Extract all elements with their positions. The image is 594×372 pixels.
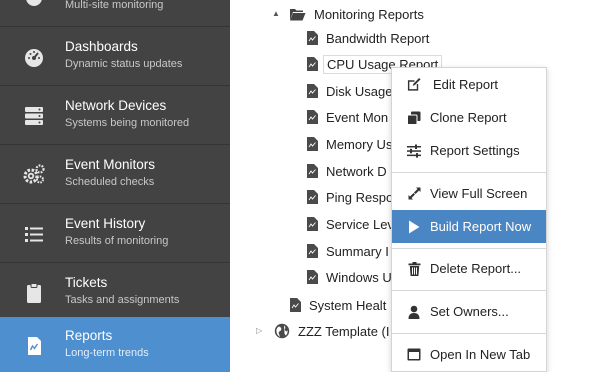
- tree-label: Disk Usage: [326, 83, 393, 99]
- sliders-icon: [407, 144, 421, 158]
- menu-item-label: View Full Screen: [430, 186, 528, 201]
- tree-label: Memory Us: [326, 136, 393, 152]
- tree-item-report[interactable]: Event Mon: [307, 106, 388, 128]
- nav-subtitle: Scheduled checks: [65, 176, 155, 188]
- expand-icon: [407, 187, 421, 201]
- nav-item-multi-site[interactable]: Multi-site monitoring: [0, 0, 230, 27]
- nav-subtitle: Results of monitoring: [65, 235, 169, 247]
- tree-item-system-health[interactable]: System Healt: [290, 294, 386, 316]
- tree-label: System Healt: [309, 297, 387, 313]
- tree-item-report[interactable]: Network D: [307, 160, 387, 182]
- tree-item-report[interactable]: Memory Us: [307, 133, 392, 155]
- menu-item-label: Report Settings: [430, 143, 520, 158]
- nav-title: Dashboards: [65, 39, 138, 54]
- nav-item-dashboards[interactable]: Dashboards Dynamic status updates: [0, 28, 230, 86]
- menu-item-label: Delete Report...: [430, 261, 522, 276]
- nav-title: Reports: [65, 328, 113, 343]
- globe-icon: [22, 0, 46, 10]
- tree-label: Bandwidth Report: [326, 30, 430, 46]
- user-icon: [407, 305, 421, 319]
- report-doc-icon: [307, 137, 318, 151]
- clipboard-icon: [22, 281, 46, 305]
- tree-item-report[interactable]: Service Lev: [307, 213, 394, 235]
- menu-separator: [392, 290, 546, 291]
- menu-separator: [392, 333, 546, 334]
- gears-icon: [22, 163, 46, 187]
- list-icon: [22, 222, 46, 246]
- tree-item-report[interactable]: Bandwidth Report: [307, 27, 429, 49]
- nav-item-tickets[interactable]: Tickets Tasks and assignments: [0, 264, 230, 322]
- report-doc-icon: [307, 31, 318, 45]
- tree-item-report[interactable]: Summary I: [307, 240, 389, 262]
- menu-item-delete-report[interactable]: Delete Report...: [392, 252, 546, 285]
- tree-label: ZZZ Template (I: [298, 323, 390, 339]
- tree-label: Event Mon: [326, 109, 389, 125]
- report-doc-icon: [307, 164, 318, 178]
- nav-item-reports[interactable]: Reports Long-term trends: [0, 317, 230, 372]
- nav-subtitle: Tasks and assignments: [65, 294, 180, 306]
- report-doc-icon: [307, 110, 318, 124]
- report-doc-icon: [307, 57, 318, 71]
- menu-item-set-owners[interactable]: Set Owners...: [392, 295, 546, 328]
- tree-item-zzz-template[interactable]: ▷ ZZZ Template (I: [256, 320, 390, 342]
- report-icon: [22, 334, 46, 358]
- tree-label: Summary I: [326, 243, 389, 259]
- tree-label: Monitoring Reports: [314, 6, 424, 22]
- nav-item-event-monitors[interactable]: Event Monitors Scheduled checks: [0, 146, 230, 204]
- nav-title: Tickets: [65, 275, 108, 290]
- nav-subtitle: Systems being monitored: [65, 117, 190, 129]
- menu-item-label: Open In New Tab: [430, 347, 531, 362]
- new-tab-icon: [407, 348, 421, 362]
- tree-folder-monitoring-reports[interactable]: ▲ Monitoring Reports: [272, 3, 424, 25]
- nav-title: Event Monitors: [65, 157, 156, 172]
- edit-icon: [407, 77, 421, 92]
- nav-title: Event History: [65, 216, 146, 231]
- server-icon: [22, 104, 46, 128]
- nav-item-network-devices[interactable]: Network Devices Systems being monitored: [0, 87, 230, 145]
- tree-label: Service Lev: [326, 216, 394, 232]
- sidebar: Multi-site monitoring Dashboards Dynamic…: [0, 0, 230, 372]
- report-doc-icon: [290, 298, 301, 312]
- menu-item-clone-report[interactable]: Clone Report: [392, 101, 546, 134]
- menu-item-edit-report[interactable]: Edit Report: [392, 68, 546, 101]
- tree-item-report[interactable]: Windows U: [307, 266, 392, 288]
- play-icon: [407, 220, 421, 234]
- nav-subtitle: Long-term trends: [65, 347, 149, 359]
- tree-label: Network D: [326, 163, 387, 179]
- tree-label: Windows U: [326, 269, 392, 285]
- trash-icon: [407, 261, 421, 276]
- collapse-arrow-icon[interactable]: ▲: [272, 9, 280, 18]
- tree-label: Ping Respo: [326, 189, 394, 205]
- gauge-icon: [22, 45, 46, 69]
- folder-open-icon: [289, 8, 306, 21]
- menu-item-label: Build Report Now: [430, 219, 532, 234]
- context-menu: Edit Report Clone Report Report Settings…: [391, 67, 547, 372]
- menu-item-label: Clone Report: [430, 110, 507, 125]
- menu-item-build-report-now[interactable]: Build Report Now: [392, 210, 546, 243]
- nav-item-event-history[interactable]: Event History Results of monitoring: [0, 205, 230, 263]
- nav-subtitle: Multi-site monitoring: [65, 0, 164, 11]
- tree-item-report[interactable]: Ping Respo: [307, 186, 393, 208]
- tree-item-report[interactable]: Disk Usage: [307, 80, 392, 102]
- report-doc-icon: [307, 270, 318, 284]
- menu-separator: [392, 172, 546, 173]
- menu-item-label: Set Owners...: [430, 304, 509, 319]
- nav-title: Network Devices: [65, 98, 167, 113]
- report-doc-icon: [307, 244, 318, 258]
- report-doc-icon: [307, 217, 318, 231]
- globe-icon: [274, 323, 290, 339]
- menu-item-label: Edit Report: [433, 77, 499, 92]
- nav-subtitle: Dynamic status updates: [65, 58, 183, 70]
- menu-item-view-full-screen[interactable]: View Full Screen: [392, 177, 546, 210]
- report-doc-icon: [307, 84, 318, 98]
- clone-icon: [407, 111, 421, 125]
- menu-separator: [392, 248, 546, 249]
- menu-item-report-settings[interactable]: Report Settings: [392, 134, 546, 167]
- report-doc-icon: [307, 190, 318, 204]
- expand-arrow-icon[interactable]: ▷: [256, 326, 262, 335]
- menu-item-open-in-new-tab[interactable]: Open In New Tab: [392, 338, 546, 371]
